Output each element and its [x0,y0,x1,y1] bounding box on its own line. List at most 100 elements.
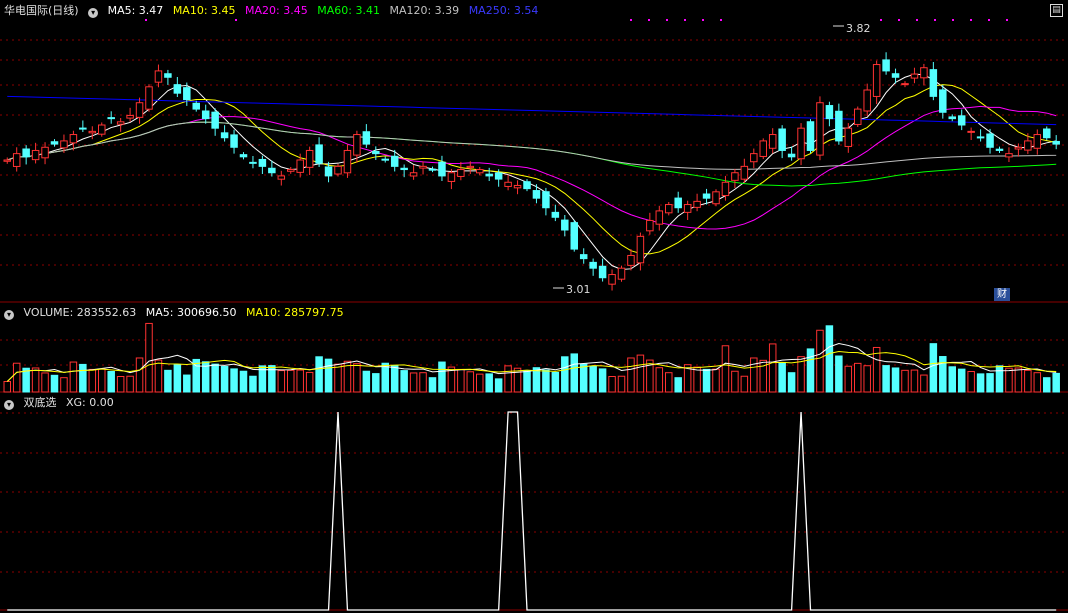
candle-down [164,73,172,78]
candle-up [126,114,134,119]
indicator-name: 双底选 [23,396,57,409]
candle-up [1033,134,1042,149]
volume-bar [457,368,465,393]
candle-down [939,89,947,113]
candle-down [674,197,682,209]
volume-bar [1033,372,1042,393]
volume-bar [164,369,172,393]
volume-bar [778,361,786,393]
candle-down [211,111,219,129]
volume-bar [305,371,314,393]
signal-dot [970,19,972,21]
candle-up [901,83,909,86]
volume-bar [655,367,664,393]
volume-bar [844,365,853,393]
candle-up [731,172,739,181]
candle-up [31,149,40,161]
ma250-line [7,95,1057,126]
candle-up [504,181,512,187]
candle-down [390,155,399,167]
candle-up [665,204,673,214]
volume-bar [183,374,191,393]
candle-up [854,108,862,125]
volume-bar [353,363,361,393]
financial-report-badge[interactable]: 财 [994,288,1010,301]
xg-signal-line [7,411,1057,611]
candle-up [693,200,701,208]
candle-down [891,73,900,78]
chevron-down-icon[interactable]: ▾ [88,8,99,18]
candle-up [844,127,853,147]
volume-bar [608,375,616,393]
candle-down [79,127,87,130]
high-price-label: 3.82 [846,22,871,35]
signal-dot [952,19,954,21]
chevron-down-icon[interactable]: ▾ [4,310,14,320]
candle-up [627,254,635,266]
candle-down [315,144,323,164]
volume-bar [617,375,626,393]
volume-bar [135,357,144,393]
volume-bar [740,375,749,393]
candle-down [957,115,966,126]
candle-up [334,165,342,175]
moving-average-layer [7,73,1057,270]
candle-up [920,67,928,79]
candle-up [287,169,295,172]
volume-bar [41,372,49,393]
candle-up [683,204,692,213]
candle-down [1043,128,1051,139]
volume-bar [948,366,956,393]
candle-up [1014,146,1023,150]
volume-bar [1052,372,1060,393]
volume-bar [920,374,928,393]
candle-down [230,134,238,148]
candle-down [258,158,267,167]
volume-bar [98,368,106,393]
volume-bar [494,378,503,393]
volume-bar [712,368,720,393]
volume-bar [702,368,711,393]
candle-down [494,172,503,180]
price-panel-header: 华电国际(日线) ▾ MA5: 3.47 MA10: 3.45 MA20: 3.… [4,3,544,19]
ma10-label: MA10: 3.45 [172,4,236,17]
candle-down [192,102,200,110]
candle-up [768,134,777,149]
candle-up [816,102,824,156]
candle-up [145,86,153,110]
ma20-label: MA20: 3.45 [245,4,308,17]
volume-bar [79,363,87,393]
candle-up [712,191,720,205]
stock-title: 华电国际(日线) [4,4,79,17]
volume-bar [816,329,824,393]
candle-down [372,150,380,155]
volume-bar [939,356,947,393]
volume-bar [211,363,219,393]
volume-bar [390,365,399,393]
candle-up [69,134,78,144]
volume-bar [986,373,994,393]
indicator-panel-header: ▾ 双底选 XG: 0.00 [4,395,120,411]
volume-bar [154,359,163,393]
volume-bar [60,377,68,393]
volume-bar [750,357,758,393]
candle-down [485,173,493,177]
volume-bar [249,375,257,393]
signal-dot [145,19,147,21]
candle-down [268,167,276,174]
signal-dot [630,19,632,21]
candle-up [740,165,749,180]
candle-down [523,181,531,190]
candle-down [22,148,30,158]
ma120-label: MA120: 3.39 [389,4,460,17]
grid-layer [0,39,1068,611]
signal-dot [988,19,990,21]
chevron-down-icon[interactable]: ▾ [4,400,14,410]
volume-bar [315,356,323,393]
volume-bar [721,345,730,393]
volume-bar [88,368,97,393]
signal-dot [666,19,668,21]
volume-bar [107,371,115,393]
calendar-icon[interactable]: ▤ [1050,4,1063,17]
candle-up [116,121,125,125]
